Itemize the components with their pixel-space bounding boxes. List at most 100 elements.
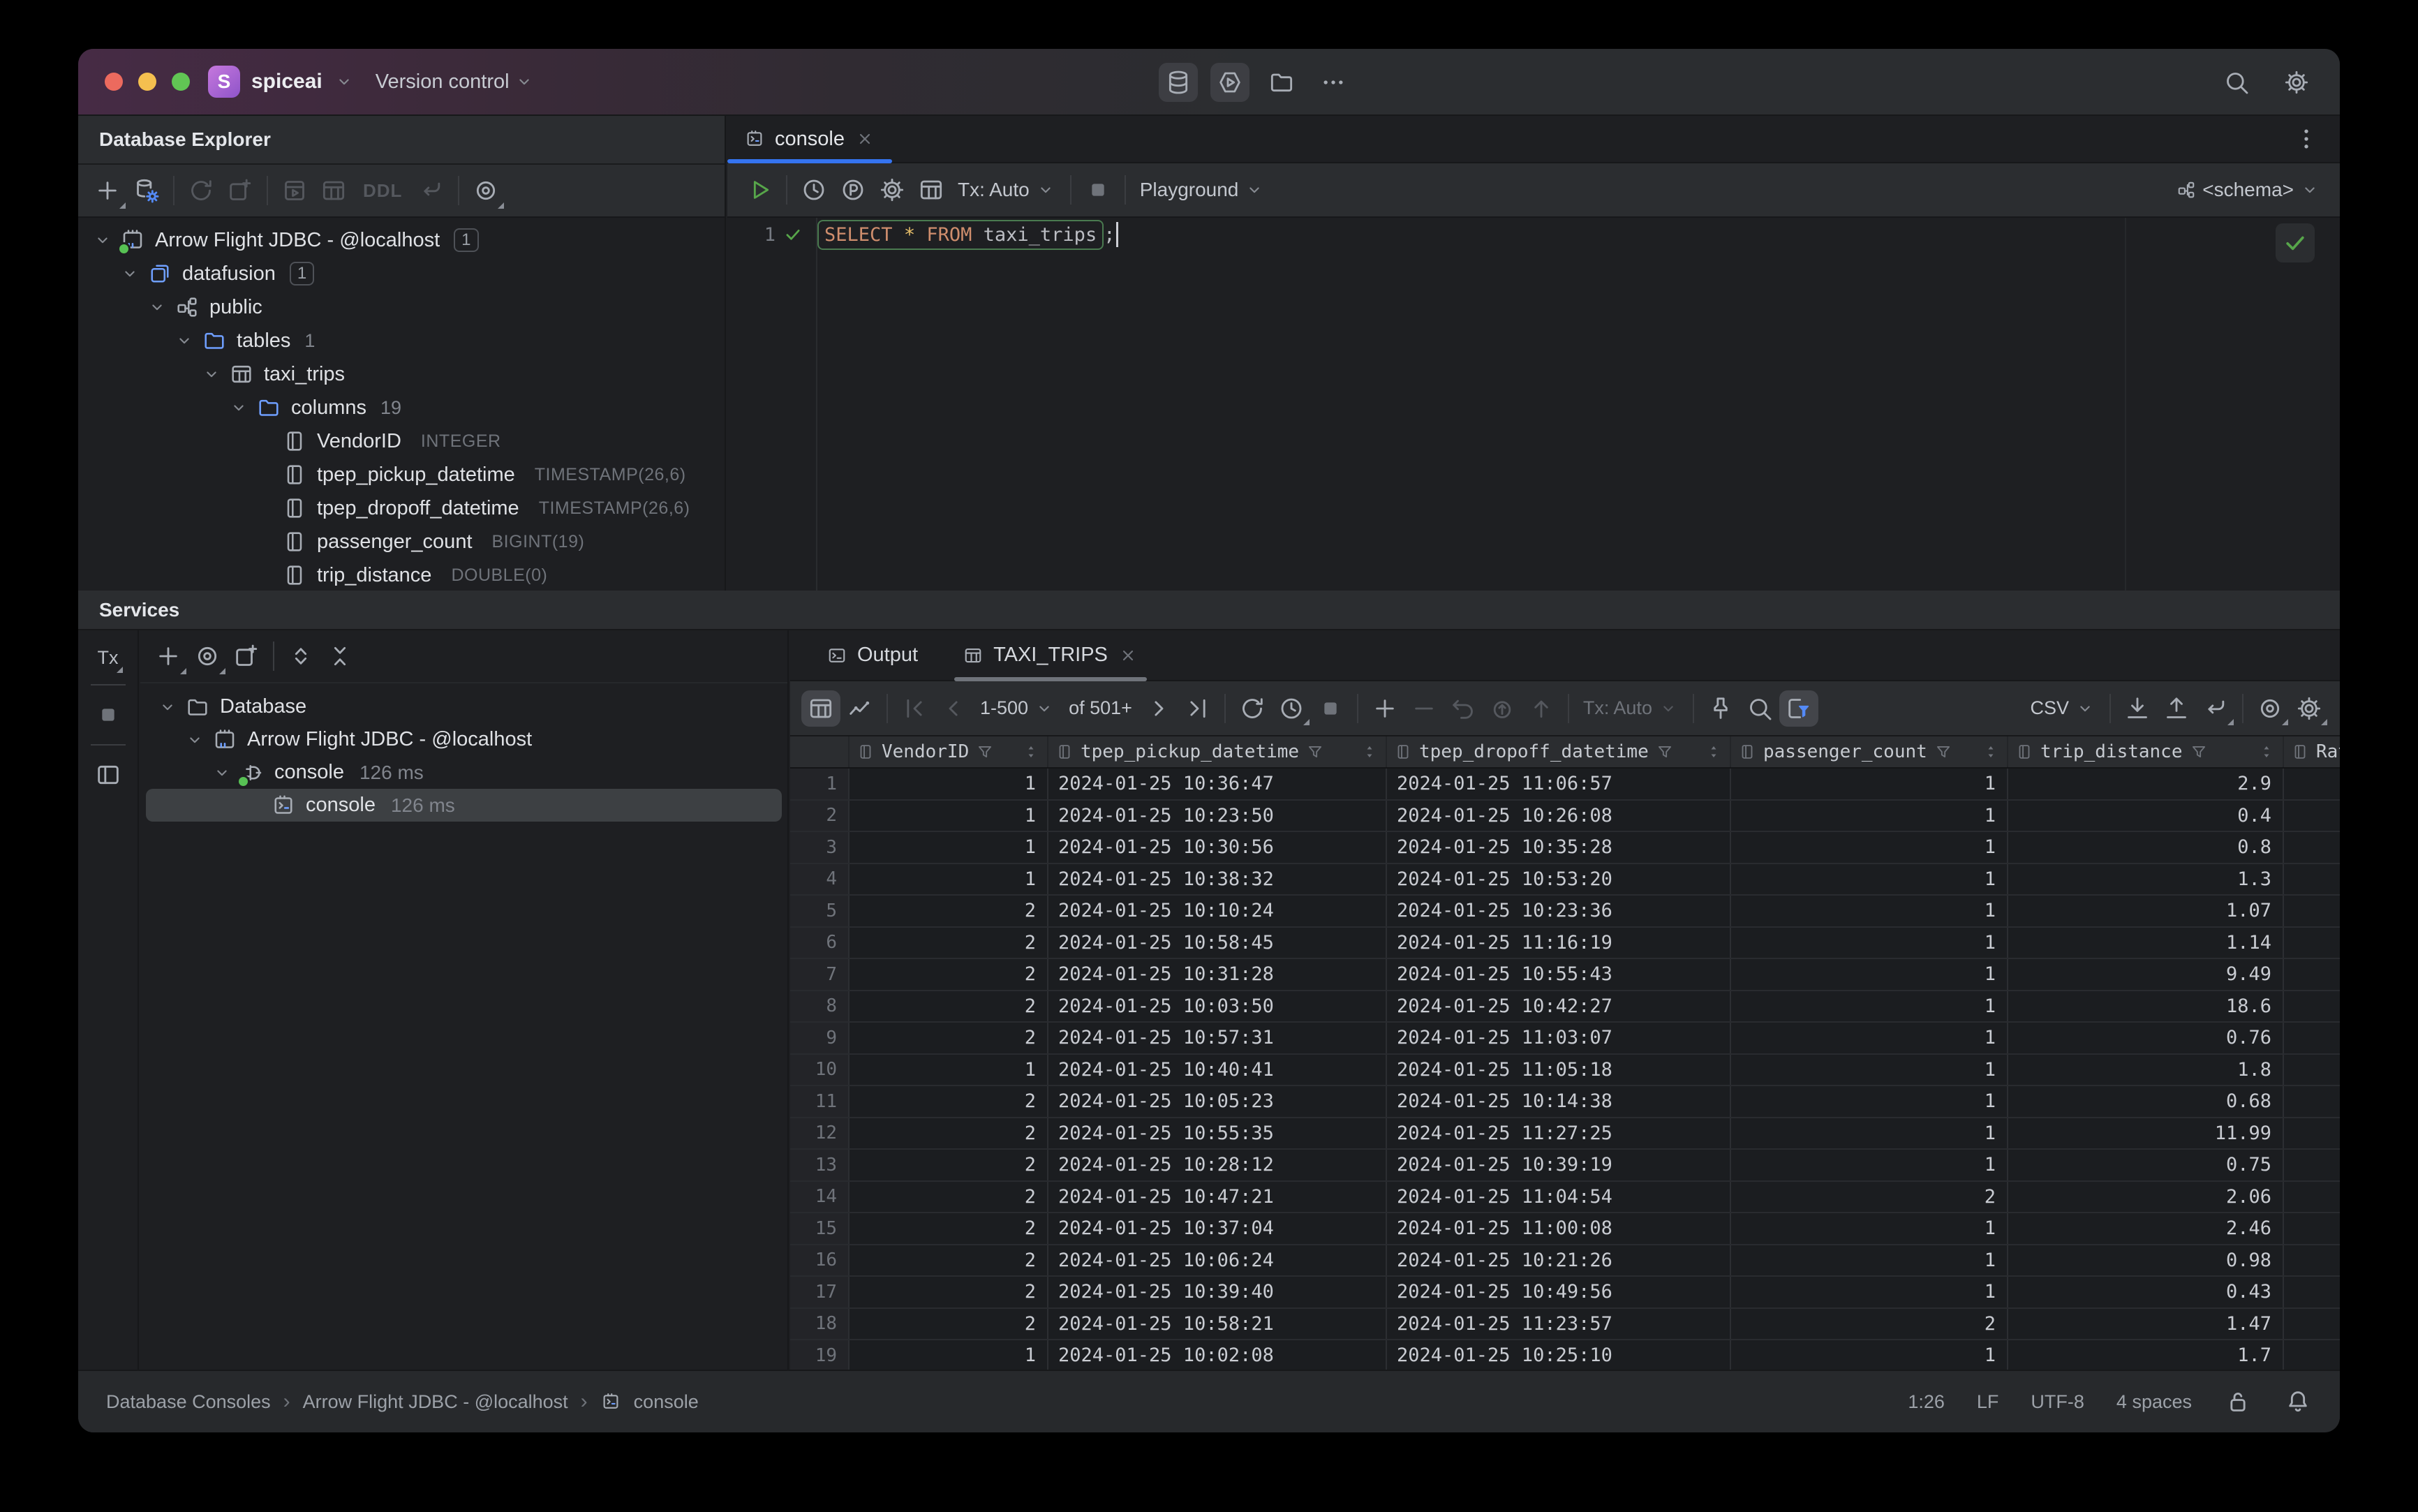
project-files-button[interactable] (1262, 63, 1301, 102)
table-cell[interactable] (2284, 1150, 2340, 1180)
editor-tab-options-button[interactable] (2287, 119, 2326, 158)
tx-mode-select[interactable]: Tx: Auto (951, 179, 1063, 201)
column-header[interactable]: Rate (2284, 736, 2340, 767)
table-cell[interactable]: 1 (1731, 1277, 2008, 1307)
table-cell[interactable]: 2.06 (2008, 1181, 2284, 1212)
table-cell[interactable]: 2 (850, 896, 1048, 926)
tree-item[interactable]: datafusion 1 (78, 257, 725, 290)
search-everywhere-button[interactable] (2217, 63, 2256, 102)
table-cell[interactable]: 2024-01-25 10:02:08 (1048, 1340, 1387, 1370)
table-row[interactable]: 6 2 2024-01-25 10:58:45 2024-01-25 11:16:19… (790, 927, 2340, 959)
open-data-button[interactable] (275, 171, 314, 210)
playground-mode-button[interactable] (833, 170, 873, 209)
column-header[interactable]: tpep_pickup_datetime (1048, 736, 1387, 767)
table-cell[interactable]: 2 (850, 1245, 1048, 1275)
table-cell[interactable] (2284, 801, 2340, 831)
execute-button[interactable] (740, 170, 779, 209)
table-cell[interactable] (2284, 1118, 2340, 1149)
run-configuration-button[interactable] (1210, 63, 1249, 102)
tx-mode-select[interactable]: Tx: Auto (1576, 697, 1686, 719)
table-cell[interactable]: 1 (850, 1340, 1048, 1370)
table-cell[interactable]: 1 (1731, 769, 2008, 799)
collapse-all-button[interactable] (320, 637, 359, 676)
tree-item[interactable]: passenger_count BIGINT(19) (78, 525, 725, 558)
table-cell[interactable]: 2 (1731, 1181, 2008, 1212)
breadcrumb-item[interactable]: console (634, 1391, 699, 1413)
export-format-select[interactable]: CSV (2023, 697, 2102, 719)
minimize-window-button[interactable] (138, 73, 156, 91)
close-icon[interactable] (854, 128, 875, 149)
table-cell[interactable]: 2 (850, 1277, 1048, 1307)
import-button[interactable] (2118, 690, 2157, 727)
table-cell[interactable]: 2024-01-25 10:39:40 (1048, 1277, 1387, 1307)
table-cell[interactable]: 1 (1731, 1086, 2008, 1117)
table-cell[interactable]: 1 (1731, 896, 2008, 926)
revert-button[interactable] (1444, 690, 1483, 727)
table-cell[interactable]: 2024-01-25 10:26:08 (1387, 800, 1731, 831)
table-row[interactable]: 5 2 2024-01-25 10:10:24 2024-01-25 10:23:36… (790, 896, 2340, 928)
table-cell[interactable]: 2 (850, 959, 1048, 990)
table-cell[interactable]: 1 (1731, 1340, 2008, 1370)
pin-tab-button[interactable] (1701, 690, 1740, 727)
table-cell[interactable]: 2024-01-25 10:58:21 (1048, 1308, 1387, 1339)
indent[interactable]: 4 spaces (2116, 1391, 2192, 1413)
table-cell[interactable]: 2 (850, 1086, 1048, 1117)
table-row[interactable]: 11 2 2024-01-25 10:05:23 2024-01-25 10:14:3… (790, 1086, 2340, 1118)
table-cell[interactable] (2284, 1309, 2340, 1340)
encoding[interactable]: UTF-8 (2031, 1391, 2084, 1413)
table-cell[interactable]: 0.75 (2008, 1150, 2284, 1180)
table-cell[interactable]: 0.68 (2008, 1086, 2284, 1117)
jump-to-button[interactable] (2196, 690, 2235, 727)
table-cell[interactable]: 1.14 (2008, 927, 2284, 958)
table-cell[interactable]: 1 (1731, 1150, 2008, 1180)
table-cell[interactable] (2284, 1086, 2340, 1117)
table-row[interactable]: 2 1 2024-01-25 10:23:50 2024-01-25 10:26:08… (790, 800, 2340, 832)
tab-console[interactable]: console (727, 116, 892, 163)
project-widget[interactable]: S spiceai (208, 66, 355, 98)
add-datasource-button[interactable] (88, 171, 127, 210)
table-cell[interactable]: 1.3 (2008, 864, 2284, 894)
previous-page-button[interactable] (934, 690, 973, 727)
add-row-button[interactable] (1365, 690, 1404, 727)
auto-refresh-button[interactable] (1272, 690, 1311, 727)
table-cell[interactable]: 1 (1731, 1213, 2008, 1244)
stop-button[interactable] (1078, 170, 1118, 209)
tree-item[interactable]: tpep_pickup_datetime TIMESTAMP(26,6) (78, 458, 725, 491)
table-cell[interactable]: 2024-01-25 10:21:26 (1387, 1245, 1731, 1275)
table-cell[interactable]: 1 (850, 800, 1048, 831)
table-cell[interactable]: 9.49 (2008, 959, 2284, 990)
table-cell[interactable]: 1 (1731, 1023, 2008, 1053)
table-cell[interactable]: 2024-01-25 10:49:56 (1387, 1277, 1731, 1307)
table-cell[interactable]: 2 (850, 1118, 1048, 1148)
table-row[interactable]: 19 1 2024-01-25 10:02:08 2024-01-25 10:25:1… (790, 1340, 2340, 1370)
table-cell[interactable] (2284, 928, 2340, 958)
table-cell[interactable]: 2 (850, 1213, 1048, 1244)
table-row[interactable]: 14 2 2024-01-25 10:47:21 2024-01-25 11:04:5… (790, 1181, 2340, 1213)
layout-strip-button[interactable] (89, 755, 128, 794)
new-console-button[interactable] (221, 171, 260, 210)
table-cell[interactable]: 1 (850, 1054, 1048, 1085)
table-cell[interactable]: 2024-01-25 10:14:38 (1387, 1086, 1731, 1117)
table-row[interactable]: 4 1 2024-01-25 10:38:32 2024-01-25 10:53:20… (790, 864, 2340, 896)
query-history-button[interactable] (794, 170, 833, 209)
tree-item[interactable]: Arrow Flight JDBC - @localhost 1 (78, 223, 725, 257)
table-cell[interactable]: 1 (850, 832, 1048, 863)
table-cell[interactable]: 2 (850, 1181, 1048, 1212)
table-row[interactable]: 8 2 2024-01-25 10:03:50 2024-01-25 10:42:27… (790, 991, 2340, 1023)
expand-all-button[interactable] (281, 637, 320, 676)
table-cell[interactable]: 2024-01-25 11:06:57 (1387, 769, 1731, 799)
tree-item[interactable]: console 126 ms (146, 789, 782, 822)
table-cell[interactable]: 2024-01-25 11:23:57 (1387, 1308, 1731, 1339)
table-cell[interactable]: 2024-01-25 10:47:21 (1048, 1181, 1387, 1212)
table-cell[interactable] (2284, 1213, 2340, 1244)
table-cell[interactable] (2284, 1245, 2340, 1276)
table-cell[interactable]: 1 (1731, 1118, 2008, 1148)
table-cell[interactable] (2284, 832, 2340, 863)
table-cell[interactable]: 2 (850, 1150, 1048, 1180)
table-cell[interactable]: 2024-01-25 10:05:23 (1048, 1086, 1387, 1117)
table-cell[interactable]: 0.43 (2008, 1277, 2284, 1307)
table-cell[interactable] (2284, 991, 2340, 1022)
table-cell[interactable]: 2024-01-25 10:25:10 (1387, 1340, 1731, 1370)
delete-row-button[interactable] (1404, 690, 1444, 727)
table-cell[interactable]: 1 (1731, 832, 2008, 863)
